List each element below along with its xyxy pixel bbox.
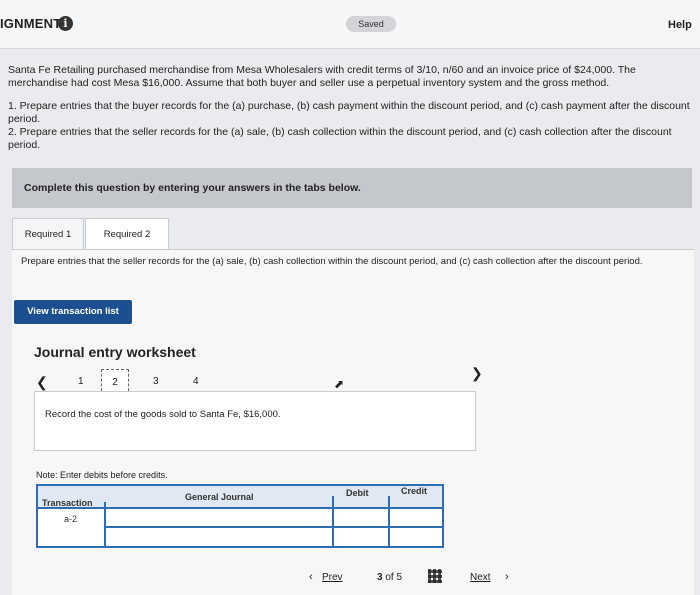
tab-required-1[interactable]: Required 1: [12, 218, 84, 250]
table-divider: [388, 496, 390, 546]
header-debit: Debit: [346, 488, 369, 498]
requirement-1: 1. Prepare entries that the buyer record…: [8, 100, 690, 125]
table-divider: [104, 502, 106, 546]
page-1-button[interactable]: 1: [78, 376, 84, 387]
page-indicator: 3 of 5: [377, 572, 402, 583]
page-4-button[interactable]: 4: [193, 376, 199, 387]
view-transaction-list-button[interactable]: View transaction list: [14, 300, 132, 324]
table-divider: [104, 526, 442, 528]
instructions-bar: Complete this question by entering your …: [12, 168, 692, 208]
next-button[interactable]: Next: [470, 572, 491, 583]
chevron-left-icon[interactable]: ‹: [309, 571, 313, 583]
record-instruction: Record the cost of the goods sold to San…: [45, 409, 281, 420]
worksheet-title: Journal entry worksheet: [34, 344, 196, 360]
top-bar: IGNMENT i Saved Help: [0, 0, 700, 49]
chevron-right-icon[interactable]: ›: [505, 571, 509, 583]
transaction-cell: a-2: [64, 514, 78, 524]
record-instruction-box: Record the cost of the goods sold to San…: [34, 391, 476, 451]
help-link[interactable]: Help: [668, 19, 692, 31]
table-divider: [38, 507, 442, 509]
info-icon[interactable]: i: [58, 16, 73, 31]
header-credit: Credit: [401, 486, 428, 496]
grid-icon[interactable]: [428, 569, 442, 583]
problem-statement: Santa Fe Retailing purchased merchandise…: [8, 64, 692, 152]
total-pages: 5: [396, 572, 403, 583]
debit-input[interactable]: [336, 510, 386, 525]
assignment-title: IGNMENT: [0, 16, 62, 31]
credit-input[interactable]: [392, 510, 440, 525]
footer-nav: ‹ Prev 3 of 5 Next ›: [0, 560, 700, 594]
tab-panel: Prepare entries that the seller records …: [12, 249, 694, 595]
prev-button[interactable]: Prev: [322, 572, 343, 583]
mouse-cursor-icon: ⬈: [334, 377, 345, 391]
current-page: 3: [377, 572, 383, 583]
saved-status-badge: Saved: [346, 16, 396, 32]
page-3-button[interactable]: 3: [153, 376, 159, 387]
chevron-left-icon[interactable]: ❮: [36, 374, 48, 391]
page-of: of: [385, 572, 394, 583]
header-general-journal: General Journal: [185, 492, 254, 502]
debits-note: Note: Enter debits before credits.: [36, 470, 168, 480]
journal-table: Transaction General Journal Debit Credit…: [36, 484, 444, 548]
problem-intro: Santa Fe Retailing purchased merchandise…: [8, 64, 636, 89]
requirement-2: 2. Prepare entries that the seller recor…: [8, 126, 672, 151]
panel-prompt: Prepare entries that the seller records …: [21, 256, 643, 267]
general-journal-input[interactable]: [108, 510, 330, 525]
chevron-right-icon[interactable]: ❯: [471, 365, 483, 382]
table-divider: [332, 496, 334, 546]
tab-required-2[interactable]: Required 2: [85, 218, 169, 250]
